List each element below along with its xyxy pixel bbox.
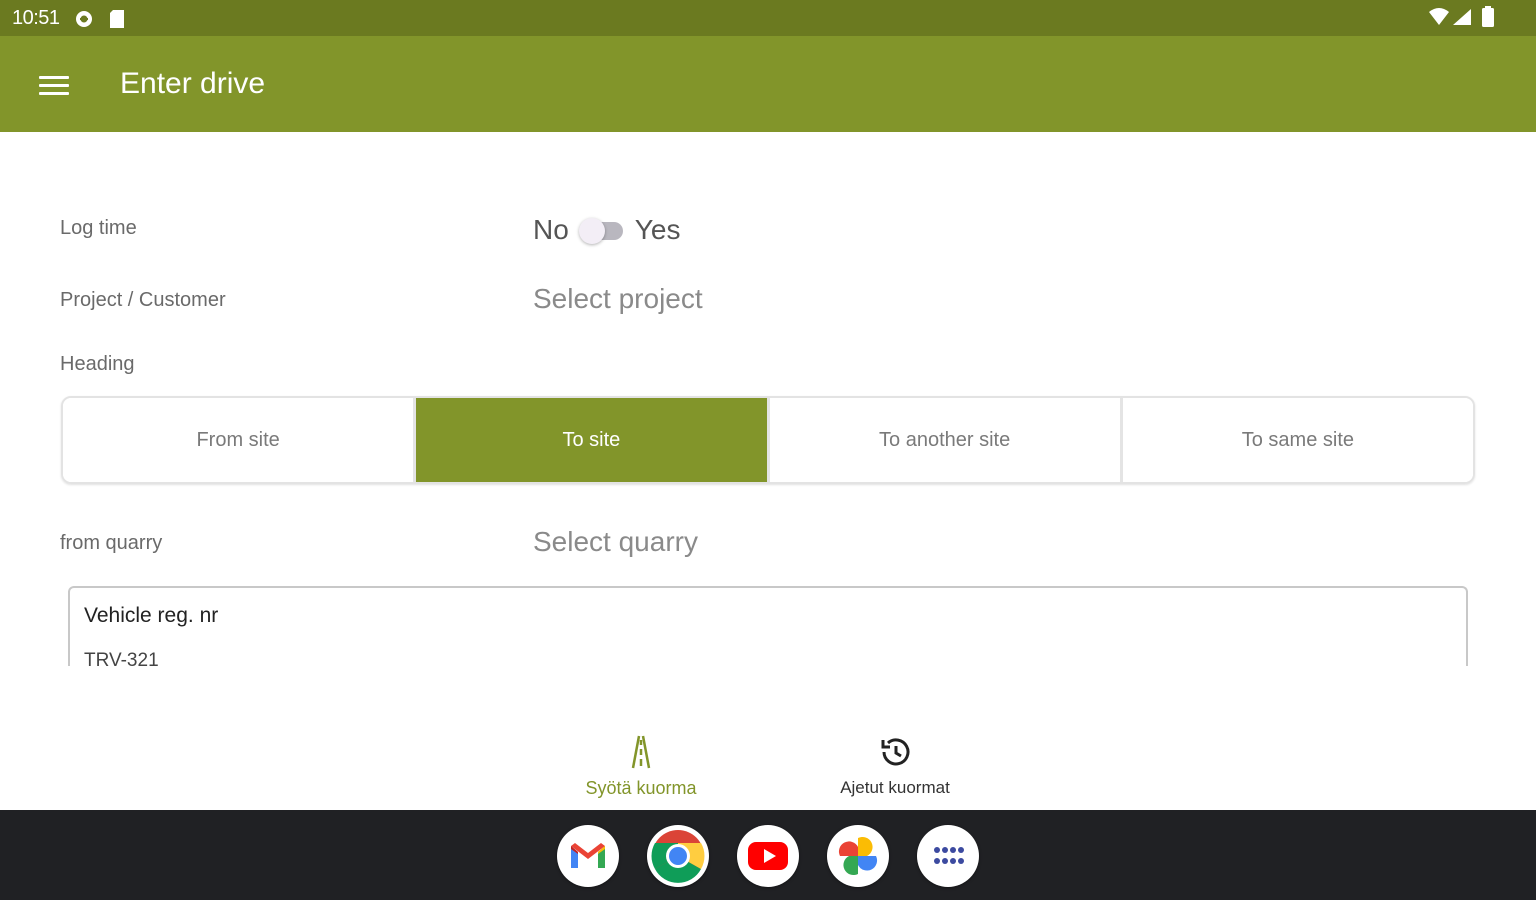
log-time-on-label: Yes (634, 214, 681, 245)
project-select[interactable]: Select project (533, 283, 703, 315)
vehicle-card[interactable]: Vehicle reg. nr TRV-321 (68, 586, 1468, 666)
signal-icon (1453, 9, 1471, 25)
road-icon (631, 735, 651, 769)
history-icon (881, 738, 910, 766)
switch-thumb (578, 218, 605, 244)
nav-label-enter-load: Syötä kuorma (585, 778, 697, 798)
photos-icon[interactable] (827, 825, 889, 887)
nav-item-driven-loads[interactable]: Ajetut kuormat (805, 732, 985, 798)
nav-item-enter-load[interactable]: Syötä kuorma (551, 732, 731, 799)
heading-option-to-same-site[interactable]: To same site (1122, 398, 1473, 482)
app-bar: Enter drive (0, 36, 1536, 132)
project-label: Project / Customer (60, 289, 226, 311)
status-bar: 10:51 (0, 0, 1536, 36)
hamburger-menu-icon[interactable] (36, 72, 72, 100)
log-time-toggle-row: No Yes (533, 210, 680, 250)
vehicle-value: TRV-321 (84, 650, 159, 666)
battery-icon (1482, 6, 1494, 27)
status-time: 10:51 (12, 7, 60, 29)
heading-option-from-site[interactable]: From site (63, 398, 417, 482)
heading-label: Heading (60, 353, 135, 375)
quarry-label: from quarry (60, 532, 163, 554)
heading-option-to-another-site[interactable]: To another site (769, 398, 1123, 482)
settings-status-icon (76, 11, 92, 27)
app-drawer-icon[interactable] (917, 825, 979, 887)
sd-card-icon (110, 10, 124, 28)
nav-label-driven-loads: Ajetut kuormat (840, 778, 950, 797)
wifi-icon (1429, 8, 1449, 25)
vehicle-label: Vehicle reg. nr (84, 604, 219, 627)
youtube-icon[interactable] (737, 825, 799, 887)
page-title: Enter drive (120, 67, 266, 100)
log-time-off-label: No (533, 214, 569, 245)
log-time-switch[interactable] (578, 217, 625, 244)
bottom-navigation: Syötä kuorma Ajetut kuormat (0, 720, 1536, 810)
quarry-select[interactable]: Select quarry (533, 526, 698, 558)
chrome-icon[interactable] (647, 825, 709, 887)
heading-option-to-site[interactable]: To site (416, 398, 770, 482)
log-time-label: Log time (60, 217, 137, 239)
gmail-icon[interactable] (557, 825, 619, 887)
heading-segmented-control: From site To site To another site To sam… (61, 396, 1475, 484)
